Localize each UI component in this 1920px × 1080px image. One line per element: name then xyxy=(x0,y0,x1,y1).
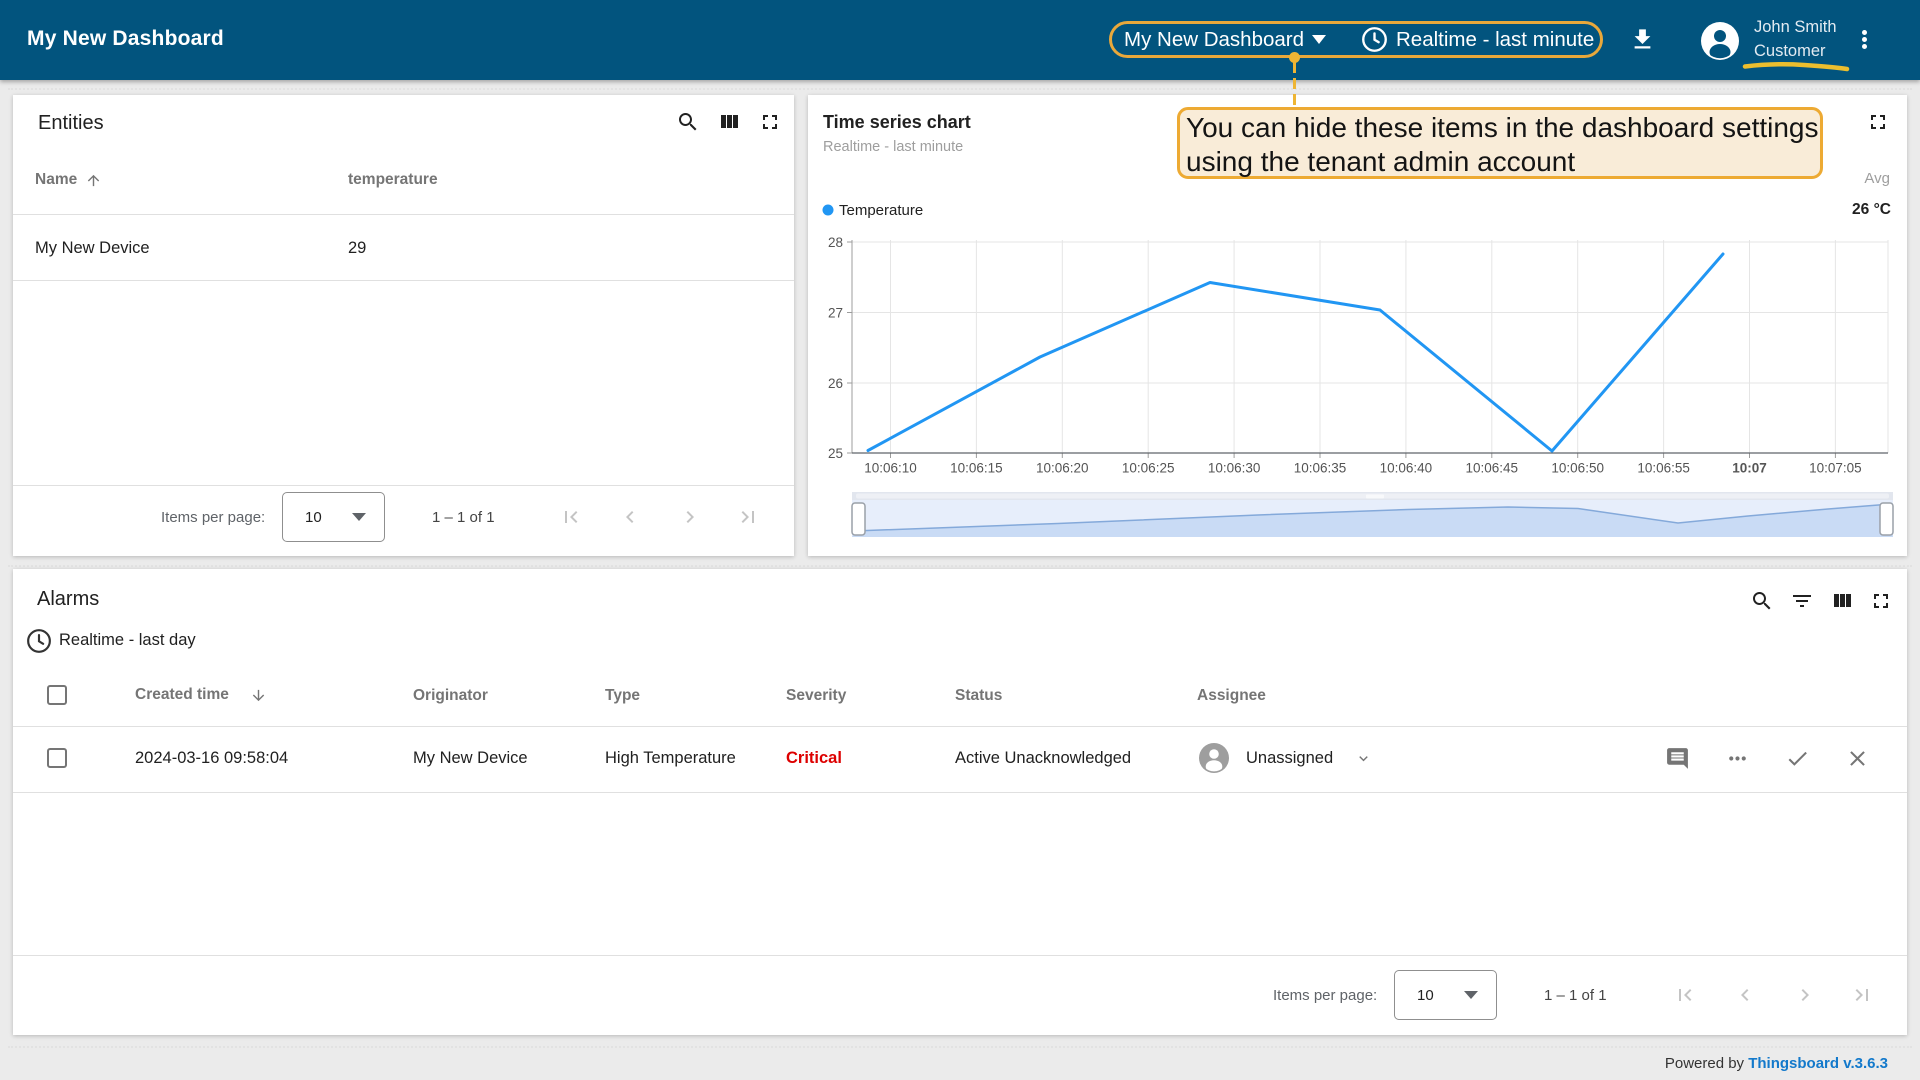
svg-text:10:07:05: 10:07:05 xyxy=(1809,461,1862,476)
svg-text:Temperature: Temperature xyxy=(839,202,923,219)
svg-text:28: 28 xyxy=(828,235,843,250)
svg-text:10:06:45: 10:06:45 xyxy=(1466,461,1519,476)
svg-text:10:06:40: 10:06:40 xyxy=(1380,461,1433,476)
svg-text:10:06:15: 10:06:15 xyxy=(950,461,1003,476)
svg-text:10:06:30: 10:06:30 xyxy=(1208,461,1261,476)
svg-text:25: 25 xyxy=(828,446,843,461)
svg-text:10:06:50: 10:06:50 xyxy=(1551,461,1604,476)
svg-text:10:06:25: 10:06:25 xyxy=(1122,461,1175,476)
svg-text:10:06:55: 10:06:55 xyxy=(1637,461,1690,476)
svg-text:10:06:20: 10:06:20 xyxy=(1036,461,1089,476)
svg-text:10:06:35: 10:06:35 xyxy=(1294,461,1347,476)
svg-text:27: 27 xyxy=(828,306,843,321)
svg-text:10:07: 10:07 xyxy=(1732,461,1767,476)
svg-text:26: 26 xyxy=(828,376,843,391)
svg-text:10:06:10: 10:06:10 xyxy=(864,461,917,476)
